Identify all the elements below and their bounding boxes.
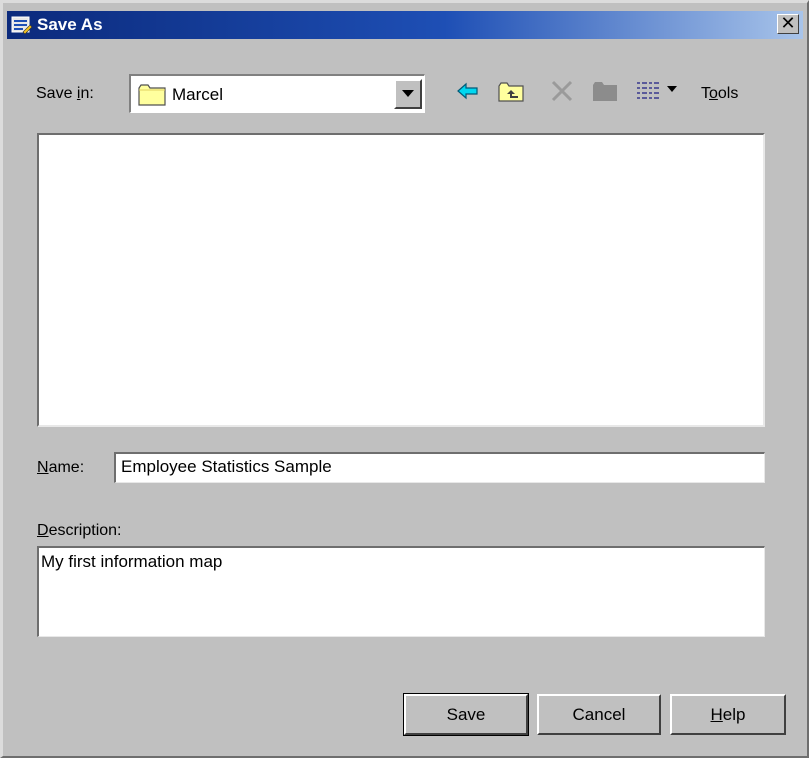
save-in-dropdown-button[interactable]: [394, 79, 422, 109]
up-folder-icon[interactable]: [498, 82, 524, 107]
help-button[interactable]: Help: [670, 694, 786, 735]
save-in-value: Marcel: [172, 85, 224, 104]
close-icon: ✕: [780, 13, 796, 33]
delete-icon[interactable]: [550, 80, 574, 107]
name-field[interactable]: Employee Statistics Sample: [114, 452, 765, 483]
title-bar[interactable]: Save As ✕: [7, 11, 803, 39]
close-button[interactable]: ✕: [777, 14, 799, 34]
file-list[interactable]: [37, 133, 765, 427]
folder-icon: [138, 84, 166, 106]
chevron-down-icon: [402, 90, 414, 97]
cancel-button[interactable]: Cancel: [537, 694, 661, 735]
save-in-combobox[interactable]: Marcel: [129, 74, 425, 113]
view-menu-icon[interactable]: [636, 80, 688, 107]
tools-menu[interactable]: Tools: [701, 85, 738, 103]
new-folder-icon[interactable]: [592, 80, 618, 107]
name-label: Name:: [37, 459, 85, 476]
app-icon: [11, 14, 33, 36]
window-title: Save As: [37, 15, 103, 34]
save-in-label: Save in:: [36, 85, 94, 102]
save-button[interactable]: Save: [403, 693, 529, 736]
description-label: Description:: [37, 522, 122, 539]
back-icon[interactable]: [457, 82, 479, 105]
description-field[interactable]: My first information map: [37, 546, 765, 637]
